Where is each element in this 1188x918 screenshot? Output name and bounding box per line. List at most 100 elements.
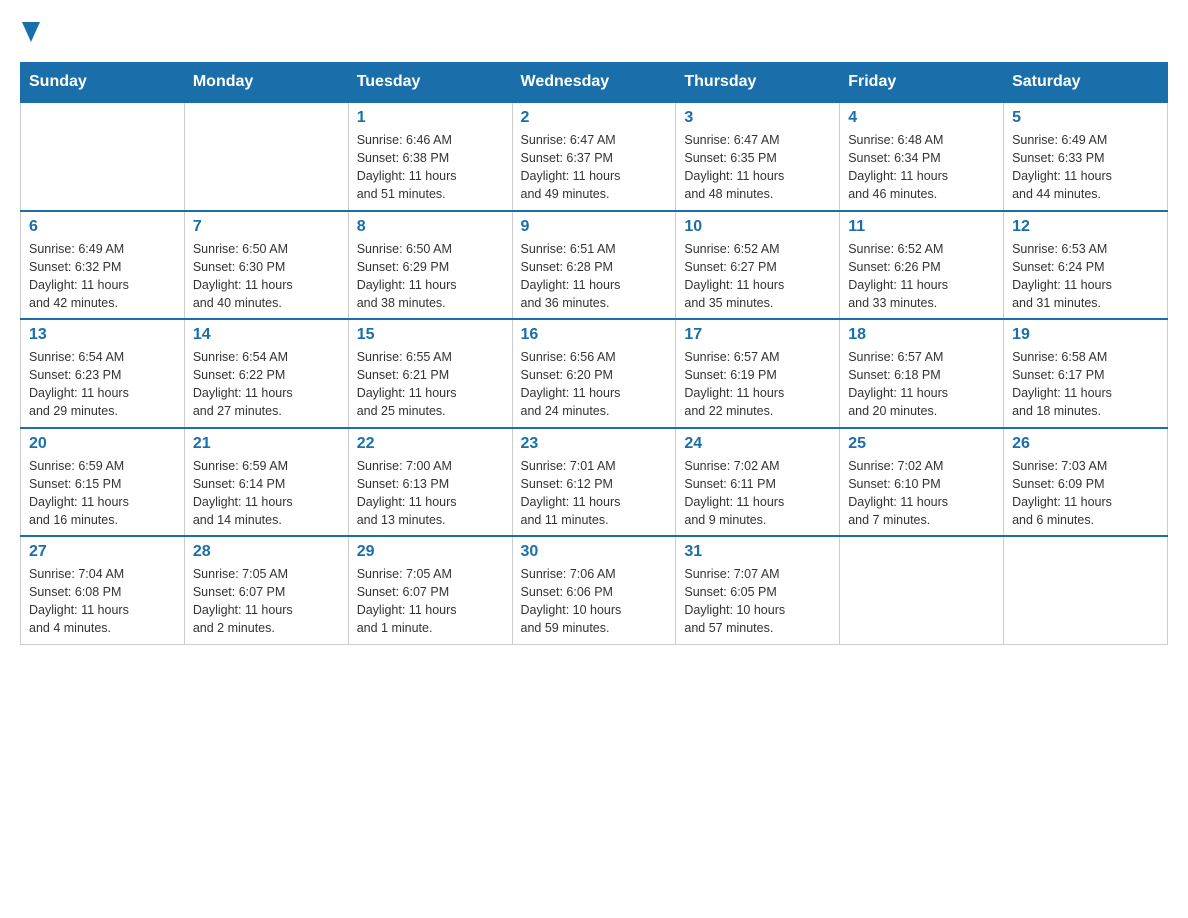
week-row-3: 13 Sunrise: 6:54 AM Sunset: 6:23 PM Dayli… bbox=[21, 319, 1168, 428]
calendar-cell-w4-d6: 25 Sunrise: 7:02 AM Sunset: 6:10 PM Dayli… bbox=[840, 428, 1004, 537]
calendar-cell-w1-d2 bbox=[184, 102, 348, 211]
day-info: Sunrise: 6:59 AM Sunset: 6:14 PM Dayligh… bbox=[193, 457, 340, 530]
calendar-cell-w1-d3: 1 Sunrise: 6:46 AM Sunset: 6:38 PM Daylig… bbox=[348, 102, 512, 211]
day-number: 15 bbox=[357, 326, 504, 344]
day-number: 28 bbox=[193, 543, 340, 561]
day-info: Sunrise: 6:46 AM Sunset: 6:38 PM Dayligh… bbox=[357, 131, 504, 204]
day-number: 12 bbox=[1012, 218, 1159, 236]
calendar-cell-w4-d3: 22 Sunrise: 7:00 AM Sunset: 6:13 PM Dayli… bbox=[348, 428, 512, 537]
calendar-cell-w5-d1: 27Sunrise: 7:04 AM Sunset: 6:08 PM Dayli… bbox=[21, 536, 185, 644]
calendar-cell-w5-d3: 29 Sunrise: 7:05 AM Sunset: 6:07 PM Dayli… bbox=[348, 536, 512, 644]
day-info: Sunrise: 7:02 AM Sunset: 6:10 PM Dayligh… bbox=[848, 457, 995, 530]
day-number: 22 bbox=[357, 435, 504, 453]
day-info: Sunrise: 7:05 AM Sunset: 6:07 PM Dayligh… bbox=[193, 565, 340, 638]
calendar-cell-w3-d1: 13 Sunrise: 6:54 AM Sunset: 6:23 PM Dayli… bbox=[21, 319, 185, 428]
day-number: 31 bbox=[684, 543, 831, 561]
day-number: 20 bbox=[29, 435, 176, 453]
calendar-cell-w2-d6: 11 Sunrise: 6:52 AM Sunset: 6:26 PM Dayli… bbox=[840, 211, 1004, 320]
day-info: Sunrise: 7:06 AM Sunset: 6:06 PM Dayligh… bbox=[521, 565, 668, 638]
day-number: 11 bbox=[848, 218, 995, 236]
week-row-5: 27Sunrise: 7:04 AM Sunset: 6:08 PM Dayli… bbox=[21, 536, 1168, 644]
day-info: Sunrise: 6:58 AM Sunset: 6:17 PM Dayligh… bbox=[1012, 348, 1159, 421]
day-number: 13 bbox=[29, 326, 176, 344]
header-wednesday: Wednesday bbox=[512, 63, 676, 103]
calendar-cell-w3-d2: 14 Sunrise: 6:54 AM Sunset: 6:22 PM Dayli… bbox=[184, 319, 348, 428]
calendar-cell-w5-d5: 31 Sunrise: 7:07 AM Sunset: 6:05 PM Dayli… bbox=[676, 536, 840, 644]
day-info: Sunrise: 6:49 AM Sunset: 6:33 PM Dayligh… bbox=[1012, 131, 1159, 204]
day-info: Sunrise: 7:02 AM Sunset: 6:11 PM Dayligh… bbox=[684, 457, 831, 530]
header-sunday: Sunday bbox=[21, 63, 185, 103]
calendar-cell-w2-d1: 6 Sunrise: 6:49 AM Sunset: 6:32 PM Daylig… bbox=[21, 211, 185, 320]
day-info: Sunrise: 6:50 AM Sunset: 6:30 PM Dayligh… bbox=[193, 240, 340, 313]
day-info: Sunrise: 6:56 AM Sunset: 6:20 PM Dayligh… bbox=[521, 348, 668, 421]
calendar-cell-w1-d6: 4 Sunrise: 6:48 AM Sunset: 6:34 PM Daylig… bbox=[840, 102, 1004, 211]
day-number: 19 bbox=[1012, 326, 1159, 344]
day-info: Sunrise: 7:05 AM Sunset: 6:07 PM Dayligh… bbox=[357, 565, 504, 638]
calendar-header-row: SundayMondayTuesdayWednesdayThursdayFrid… bbox=[21, 63, 1168, 103]
calendar-cell-w4-d1: 20 Sunrise: 6:59 AM Sunset: 6:15 PM Dayli… bbox=[21, 428, 185, 537]
day-info: Sunrise: 6:49 AM Sunset: 6:32 PM Dayligh… bbox=[29, 240, 176, 313]
calendar-table: SundayMondayTuesdayWednesdayThursdayFrid… bbox=[20, 62, 1168, 645]
day-info: Sunrise: 6:59 AM Sunset: 6:15 PM Dayligh… bbox=[29, 457, 176, 530]
day-info: Sunrise: 7:03 AM Sunset: 6:09 PM Dayligh… bbox=[1012, 457, 1159, 530]
day-number: 29 bbox=[357, 543, 504, 561]
calendar-cell-w2-d4: 9Sunrise: 6:51 AM Sunset: 6:28 PM Daylig… bbox=[512, 211, 676, 320]
calendar-cell-w4-d4: 23 Sunrise: 7:01 AM Sunset: 6:12 PM Dayli… bbox=[512, 428, 676, 537]
header-saturday: Saturday bbox=[1004, 63, 1168, 103]
header-tuesday: Tuesday bbox=[348, 63, 512, 103]
calendar-cell-w2-d5: 10 Sunrise: 6:52 AM Sunset: 6:27 PM Dayli… bbox=[676, 211, 840, 320]
day-number: 16 bbox=[521, 326, 668, 344]
day-number: 25 bbox=[848, 435, 995, 453]
day-info: Sunrise: 6:57 AM Sunset: 6:18 PM Dayligh… bbox=[848, 348, 995, 421]
day-info: Sunrise: 6:54 AM Sunset: 6:22 PM Dayligh… bbox=[193, 348, 340, 421]
calendar-cell-w5-d7 bbox=[1004, 536, 1168, 644]
calendar-cell-w3-d5: 17Sunrise: 6:57 AM Sunset: 6:19 PM Dayli… bbox=[676, 319, 840, 428]
day-number: 9 bbox=[521, 218, 668, 236]
day-number: 6 bbox=[29, 218, 176, 236]
calendar-cell-w3-d3: 15 Sunrise: 6:55 AM Sunset: 6:21 PM Dayli… bbox=[348, 319, 512, 428]
day-info: Sunrise: 6:52 AM Sunset: 6:26 PM Dayligh… bbox=[848, 240, 995, 313]
day-info: Sunrise: 7:04 AM Sunset: 6:08 PM Dayligh… bbox=[29, 565, 176, 638]
day-info: Sunrise: 6:55 AM Sunset: 6:21 PM Dayligh… bbox=[357, 348, 504, 421]
day-number: 4 bbox=[848, 109, 995, 127]
day-info: Sunrise: 6:50 AM Sunset: 6:29 PM Dayligh… bbox=[357, 240, 504, 313]
page-header bbox=[20, 20, 1168, 42]
calendar-cell-w2-d3: 8Sunrise: 6:50 AM Sunset: 6:29 PM Daylig… bbox=[348, 211, 512, 320]
calendar-cell-w5-d4: 30 Sunrise: 7:06 AM Sunset: 6:06 PM Dayli… bbox=[512, 536, 676, 644]
calendar-cell-w1-d7: 5Sunrise: 6:49 AM Sunset: 6:33 PM Daylig… bbox=[1004, 102, 1168, 211]
day-info: Sunrise: 7:01 AM Sunset: 6:12 PM Dayligh… bbox=[521, 457, 668, 530]
calendar-cell-w3-d6: 18 Sunrise: 6:57 AM Sunset: 6:18 PM Dayli… bbox=[840, 319, 1004, 428]
day-info: Sunrise: 7:07 AM Sunset: 6:05 PM Dayligh… bbox=[684, 565, 831, 638]
calendar-cell-w5-d6 bbox=[840, 536, 1004, 644]
logo-arrow-icon bbox=[22, 22, 40, 42]
day-number: 26 bbox=[1012, 435, 1159, 453]
calendar-cell-w4-d5: 24 Sunrise: 7:02 AM Sunset: 6:11 PM Dayli… bbox=[676, 428, 840, 537]
day-number: 10 bbox=[684, 218, 831, 236]
day-number: 17 bbox=[684, 326, 831, 344]
day-number: 18 bbox=[848, 326, 995, 344]
header-thursday: Thursday bbox=[676, 63, 840, 103]
day-number: 30 bbox=[521, 543, 668, 561]
day-info: Sunrise: 6:47 AM Sunset: 6:37 PM Dayligh… bbox=[521, 131, 668, 204]
day-info: Sunrise: 7:00 AM Sunset: 6:13 PM Dayligh… bbox=[357, 457, 504, 530]
day-number: 14 bbox=[193, 326, 340, 344]
week-row-2: 6 Sunrise: 6:49 AM Sunset: 6:32 PM Daylig… bbox=[21, 211, 1168, 320]
calendar-cell-w1-d5: 3Sunrise: 6:47 AM Sunset: 6:35 PM Daylig… bbox=[676, 102, 840, 211]
calendar-cell-w4-d7: 26 Sunrise: 7:03 AM Sunset: 6:09 PM Dayli… bbox=[1004, 428, 1168, 537]
day-info: Sunrise: 6:53 AM Sunset: 6:24 PM Dayligh… bbox=[1012, 240, 1159, 313]
day-info: Sunrise: 6:52 AM Sunset: 6:27 PM Dayligh… bbox=[684, 240, 831, 313]
day-number: 24 bbox=[684, 435, 831, 453]
week-row-4: 20 Sunrise: 6:59 AM Sunset: 6:15 PM Dayli… bbox=[21, 428, 1168, 537]
calendar-cell-w2-d7: 12 Sunrise: 6:53 AM Sunset: 6:24 PM Dayli… bbox=[1004, 211, 1168, 320]
day-info: Sunrise: 6:54 AM Sunset: 6:23 PM Dayligh… bbox=[29, 348, 176, 421]
calendar-cell-w3-d7: 19 Sunrise: 6:58 AM Sunset: 6:17 PM Dayli… bbox=[1004, 319, 1168, 428]
day-info: Sunrise: 6:48 AM Sunset: 6:34 PM Dayligh… bbox=[848, 131, 995, 204]
day-number: 1 bbox=[357, 109, 504, 127]
calendar-cell-w4-d2: 21Sunrise: 6:59 AM Sunset: 6:14 PM Dayli… bbox=[184, 428, 348, 537]
logo bbox=[20, 20, 40, 42]
calendar-cell-w3-d4: 16 Sunrise: 6:56 AM Sunset: 6:20 PM Dayli… bbox=[512, 319, 676, 428]
day-number: 23 bbox=[521, 435, 668, 453]
calendar-cell-w5-d2: 28 Sunrise: 7:05 AM Sunset: 6:07 PM Dayli… bbox=[184, 536, 348, 644]
day-number: 2 bbox=[521, 109, 668, 127]
header-monday: Monday bbox=[184, 63, 348, 103]
